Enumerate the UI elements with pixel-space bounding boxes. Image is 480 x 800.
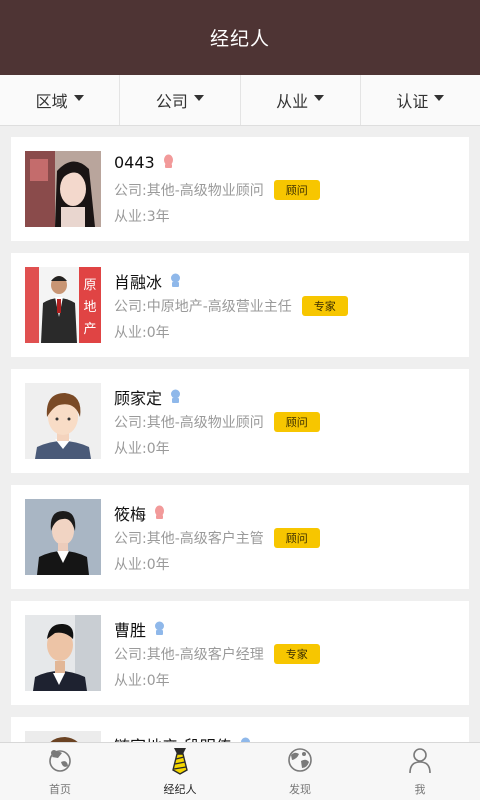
filter-area-label: 区域 xyxy=(35,92,68,111)
tab-agents-label: 经纪人 xyxy=(163,783,197,796)
filter-certification[interactable]: 认证 xyxy=(361,75,480,125)
avatar xyxy=(25,499,101,575)
filter-certification-label: 认证 xyxy=(396,92,429,111)
agent-years: 从业:0年 xyxy=(114,557,170,573)
tab-agents[interactable]: 经纪人 xyxy=(120,743,240,800)
tab-home-label: 首页 xyxy=(49,783,71,796)
male-icon xyxy=(154,620,165,639)
agent-card[interactable]: 曹胜 公司:其他-高级客户经理 专家 从业:0年 xyxy=(11,601,469,705)
filter-experience-label: 从业 xyxy=(276,92,309,111)
agent-name: 0443 xyxy=(114,153,155,172)
agent-card[interactable]: 链家地产-段明传 xyxy=(11,717,469,742)
avatar xyxy=(25,731,101,742)
male-icon xyxy=(170,388,181,407)
filter-company[interactable]: 公司 xyxy=(120,75,241,125)
svg-text:产: 产 xyxy=(83,322,96,337)
tab-home[interactable]: 首页 xyxy=(0,743,120,800)
caret-down-icon xyxy=(314,95,325,101)
agent-years: 从业:0年 xyxy=(114,673,170,689)
status-badge: 顾问 xyxy=(273,528,320,548)
agent-list: 0443 公司:其他-高级物业顾问 顾问 从业:3年 原 地 产 肖融冰 公司:… xyxy=(0,126,480,742)
agent-years: 从业:0年 xyxy=(114,325,170,341)
agent-card[interactable]: 筱梅 公司:其他-高级客户主管 顾问 从业:0年 xyxy=(11,485,469,589)
agent-name: 肖融冰 xyxy=(114,273,163,292)
tab-discover-label: 发现 xyxy=(289,783,311,796)
female-icon xyxy=(154,504,165,523)
avatar xyxy=(25,615,101,691)
status-badge: 顾问 xyxy=(273,412,320,432)
avatar xyxy=(25,151,101,227)
svg-text:原: 原 xyxy=(83,278,96,293)
agent-name: 筱梅 xyxy=(114,505,147,524)
agent-company: 公司:其他-高级物业顾问 xyxy=(114,183,264,199)
svg-text:地: 地 xyxy=(83,300,96,315)
agent-years: 从业:0年 xyxy=(114,441,170,457)
agent-name: 曹胜 xyxy=(114,621,147,640)
status-badge: 专家 xyxy=(273,644,320,664)
filter-company-label: 公司 xyxy=(155,92,188,111)
filter-area[interactable]: 区域 xyxy=(0,75,121,125)
avatar: 原 地 产 xyxy=(25,267,101,343)
filter-experience[interactable]: 从业 xyxy=(241,75,361,125)
page-title: 经纪人 xyxy=(209,28,270,50)
bottom-tab-bar: 首页 经纪人 发现 我 xyxy=(0,742,480,800)
agent-card[interactable]: 0443 公司:其他-高级物业顾问 顾问 从业:3年 xyxy=(11,137,469,241)
tie-icon xyxy=(165,745,195,779)
agent-company: 公司:中原地产-高级营业主任 xyxy=(114,299,292,315)
agent-years: 从业:3年 xyxy=(114,209,170,225)
agent-company: 公司:其他-高级客户主管 xyxy=(114,531,264,547)
agent-company: 公司:其他-高级物业顾问 xyxy=(114,415,264,431)
person-icon xyxy=(405,745,435,779)
tab-discover[interactable]: 发现 xyxy=(240,743,360,800)
female-icon xyxy=(163,153,174,172)
agent-card[interactable]: 顾家定 公司:其他-高级物业顾问 顾问 从业:0年 xyxy=(11,369,469,473)
status-badge: 专家 xyxy=(301,296,348,316)
tab-me[interactable]: 我 xyxy=(360,743,480,800)
agent-company: 公司:其他-高级客户经理 xyxy=(114,647,264,663)
tab-me-label: 我 xyxy=(414,783,426,796)
agent-name: 顾家定 xyxy=(114,389,163,408)
discover-icon xyxy=(285,745,315,779)
filter-bar: 区域 公司 从业 认证 xyxy=(0,75,480,126)
home-icon xyxy=(45,745,75,779)
agent-name: 链家地产-段明传 xyxy=(114,733,232,742)
caret-down-icon xyxy=(73,95,84,101)
male-icon xyxy=(170,272,181,291)
caret-down-icon xyxy=(434,95,445,101)
avatar xyxy=(25,383,101,459)
agent-card[interactable]: 原 地 产 肖融冰 公司:中原地产-高级营业主任 专家 从业:0年 xyxy=(11,253,469,357)
app-header: 经纪人 xyxy=(0,0,480,75)
caret-down-icon xyxy=(193,95,204,101)
status-badge: 顾问 xyxy=(273,180,320,200)
